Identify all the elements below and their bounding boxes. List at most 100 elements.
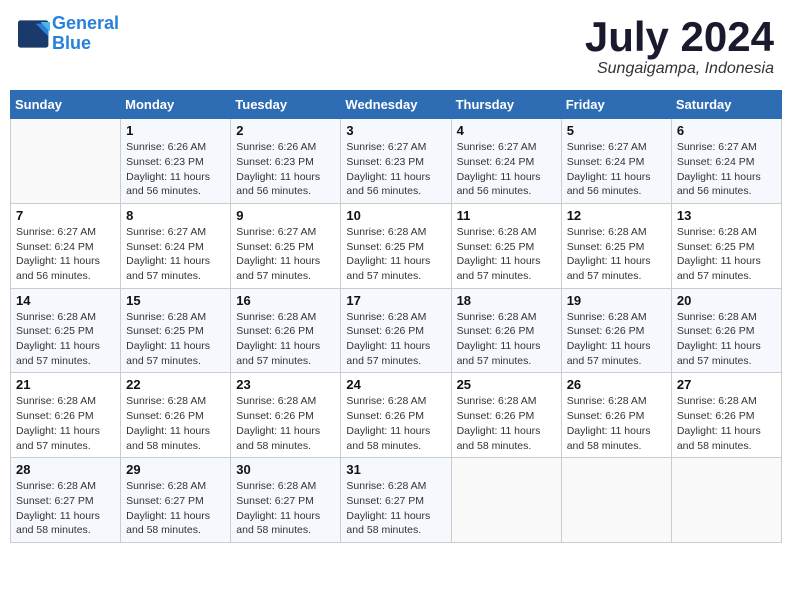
day-number: 20 [677, 293, 776, 308]
day-detail: Sunrise: 6:28 AM Sunset: 6:26 PM Dayligh… [16, 394, 115, 453]
day-number: 16 [236, 293, 335, 308]
logo-icon [18, 20, 50, 48]
day-detail: Sunrise: 6:28 AM Sunset: 6:26 PM Dayligh… [567, 394, 666, 453]
calendar-cell: 9 Sunrise: 6:27 AM Sunset: 6:25 PM Daylig… [231, 203, 341, 288]
day-number: 17 [346, 293, 445, 308]
calendar-cell: 28 Sunrise: 6:28 AM Sunset: 6:27 PM Dayli… [11, 458, 121, 543]
weekday-header: Friday [561, 91, 671, 119]
day-number: 12 [567, 208, 666, 223]
calendar-week-row: 7 Sunrise: 6:27 AM Sunset: 6:24 PM Daylig… [11, 203, 782, 288]
calendar-cell: 12Sunrise: 6:28 AM Sunset: 6:25 PM Dayli… [561, 203, 671, 288]
day-detail: Sunrise: 6:28 AM Sunset: 6:27 PM Dayligh… [346, 479, 445, 538]
calendar-cell [451, 458, 561, 543]
day-number: 7 [16, 208, 115, 223]
day-number: 11 [457, 208, 556, 223]
day-detail: Sunrise: 6:28 AM Sunset: 6:27 PM Dayligh… [236, 479, 335, 538]
day-detail: Sunrise: 6:28 AM Sunset: 6:26 PM Dayligh… [677, 394, 776, 453]
day-detail: Sunrise: 6:28 AM Sunset: 6:27 PM Dayligh… [126, 479, 225, 538]
day-detail: Sunrise: 6:28 AM Sunset: 6:26 PM Dayligh… [677, 310, 776, 369]
day-detail: Sunrise: 6:28 AM Sunset: 6:27 PM Dayligh… [16, 479, 115, 538]
day-detail: Sunrise: 6:28 AM Sunset: 6:26 PM Dayligh… [236, 394, 335, 453]
day-detail: Sunrise: 6:28 AM Sunset: 6:26 PM Dayligh… [457, 310, 556, 369]
calendar-cell: 20 Sunrise: 6:28 AM Sunset: 6:26 PM Dayli… [671, 288, 781, 373]
day-number: 8 [126, 208, 225, 223]
calendar-cell [671, 458, 781, 543]
calendar-cell [561, 458, 671, 543]
day-detail: Sunrise: 6:26 AM Sunset: 6:23 PM Dayligh… [236, 140, 335, 199]
weekday-header: Sunday [11, 91, 121, 119]
weekday-header: Tuesday [231, 91, 341, 119]
calendar-cell: 17 Sunrise: 6:28 AM Sunset: 6:26 PM Dayli… [341, 288, 451, 373]
calendar-cell: 1 Sunrise: 6:26 AM Sunset: 6:23 PM Daylig… [121, 119, 231, 204]
calendar-cell: 29 Sunrise: 6:28 AM Sunset: 6:27 PM Dayli… [121, 458, 231, 543]
day-detail: Sunrise: 6:27 AM Sunset: 6:24 PM Dayligh… [567, 140, 666, 199]
day-detail: Sunrise: 6:28 AM Sunset: 6:26 PM Dayligh… [346, 310, 445, 369]
day-detail: Sunrise: 6:27 AM Sunset: 6:23 PM Dayligh… [346, 140, 445, 199]
calendar-cell: 3Sunrise: 6:27 AM Sunset: 6:23 PM Daylig… [341, 119, 451, 204]
day-number: 10 [346, 208, 445, 223]
logo: General Blue [18, 14, 119, 54]
day-number: 25 [457, 377, 556, 392]
calendar-cell: 7 Sunrise: 6:27 AM Sunset: 6:24 PM Daylig… [11, 203, 121, 288]
day-detail: Sunrise: 6:28 AM Sunset: 6:25 PM Dayligh… [346, 225, 445, 284]
day-detail: Sunrise: 6:28 AM Sunset: 6:25 PM Dayligh… [677, 225, 776, 284]
day-number: 13 [677, 208, 776, 223]
calendar-week-row: 21 Sunrise: 6:28 AM Sunset: 6:26 PM Dayli… [11, 373, 782, 458]
day-number: 5 [567, 123, 666, 138]
calendar-cell: 16 Sunrise: 6:28 AM Sunset: 6:26 PM Dayli… [231, 288, 341, 373]
calendar-header: SundayMondayTuesdayWednesdayThursdayFrid… [11, 91, 782, 119]
day-number: 22 [126, 377, 225, 392]
day-detail: Sunrise: 6:28 AM Sunset: 6:26 PM Dayligh… [346, 394, 445, 453]
day-number: 28 [16, 462, 115, 477]
calendar-cell: 13 Sunrise: 6:28 AM Sunset: 6:25 PM Dayli… [671, 203, 781, 288]
calendar-cell: 8 Sunrise: 6:27 AM Sunset: 6:24 PM Daylig… [121, 203, 231, 288]
calendar-week-row: 1 Sunrise: 6:26 AM Sunset: 6:23 PM Daylig… [11, 119, 782, 204]
day-number: 1 [126, 123, 225, 138]
calendar-week-row: 14 Sunrise: 6:28 AM Sunset: 6:25 PM Dayli… [11, 288, 782, 373]
calendar-cell: 18 Sunrise: 6:28 AM Sunset: 6:26 PM Dayli… [451, 288, 561, 373]
day-number: 27 [677, 377, 776, 392]
day-detail: Sunrise: 6:26 AM Sunset: 6:23 PM Dayligh… [126, 140, 225, 199]
calendar-cell: 15Sunrise: 6:28 AM Sunset: 6:25 PM Dayli… [121, 288, 231, 373]
day-detail: Sunrise: 6:28 AM Sunset: 6:25 PM Dayligh… [457, 225, 556, 284]
day-number: 19 [567, 293, 666, 308]
day-detail: Sunrise: 6:27 AM Sunset: 6:25 PM Dayligh… [236, 225, 335, 284]
month-title: July 2024 [585, 14, 774, 60]
day-number: 29 [126, 462, 225, 477]
page-header: General Blue July 2024 Sungaigampa, Indo… [10, 10, 782, 82]
day-number: 26 [567, 377, 666, 392]
calendar-cell: 26 Sunrise: 6:28 AM Sunset: 6:26 PM Dayli… [561, 373, 671, 458]
calendar-cell: 10 Sunrise: 6:28 AM Sunset: 6:25 PM Dayli… [341, 203, 451, 288]
day-number: 18 [457, 293, 556, 308]
calendar-cell: 25 Sunrise: 6:28 AM Sunset: 6:26 PM Dayli… [451, 373, 561, 458]
calendar-cell: 23 Sunrise: 6:28 AM Sunset: 6:26 PM Dayli… [231, 373, 341, 458]
day-number: 14 [16, 293, 115, 308]
day-number: 2 [236, 123, 335, 138]
calendar-cell: 14 Sunrise: 6:28 AM Sunset: 6:25 PM Dayli… [11, 288, 121, 373]
day-number: 21 [16, 377, 115, 392]
weekday-header: Monday [121, 91, 231, 119]
calendar-cell: 24Sunrise: 6:28 AM Sunset: 6:26 PM Dayli… [341, 373, 451, 458]
day-detail: Sunrise: 6:28 AM Sunset: 6:26 PM Dayligh… [126, 394, 225, 453]
day-detail: Sunrise: 6:28 AM Sunset: 6:26 PM Dayligh… [236, 310, 335, 369]
weekday-header: Thursday [451, 91, 561, 119]
weekday-header: Wednesday [341, 91, 451, 119]
day-detail: Sunrise: 6:28 AM Sunset: 6:26 PM Dayligh… [457, 394, 556, 453]
day-detail: Sunrise: 6:28 AM Sunset: 6:25 PM Dayligh… [16, 310, 115, 369]
calendar-cell: 11 Sunrise: 6:28 AM Sunset: 6:25 PM Dayli… [451, 203, 561, 288]
calendar-cell [11, 119, 121, 204]
calendar-cell: 31Sunrise: 6:28 AM Sunset: 6:27 PM Dayli… [341, 458, 451, 543]
calendar-cell: 27 Sunrise: 6:28 AM Sunset: 6:26 PM Dayli… [671, 373, 781, 458]
logo-text: General Blue [52, 14, 119, 54]
calendar-cell: 22 Sunrise: 6:28 AM Sunset: 6:26 PM Dayli… [121, 373, 231, 458]
day-detail: Sunrise: 6:27 AM Sunset: 6:24 PM Dayligh… [16, 225, 115, 284]
location: Sungaigampa, Indonesia [585, 60, 774, 78]
day-number: 23 [236, 377, 335, 392]
day-detail: Sunrise: 6:27 AM Sunset: 6:24 PM Dayligh… [126, 225, 225, 284]
title-block: July 2024 Sungaigampa, Indonesia [585, 14, 774, 78]
day-number: 9 [236, 208, 335, 223]
weekday-header: Saturday [671, 91, 781, 119]
day-detail: Sunrise: 6:27 AM Sunset: 6:24 PM Dayligh… [677, 140, 776, 199]
day-detail: Sunrise: 6:28 AM Sunset: 6:26 PM Dayligh… [567, 310, 666, 369]
calendar-cell: 2 Sunrise: 6:26 AM Sunset: 6:23 PM Daylig… [231, 119, 341, 204]
